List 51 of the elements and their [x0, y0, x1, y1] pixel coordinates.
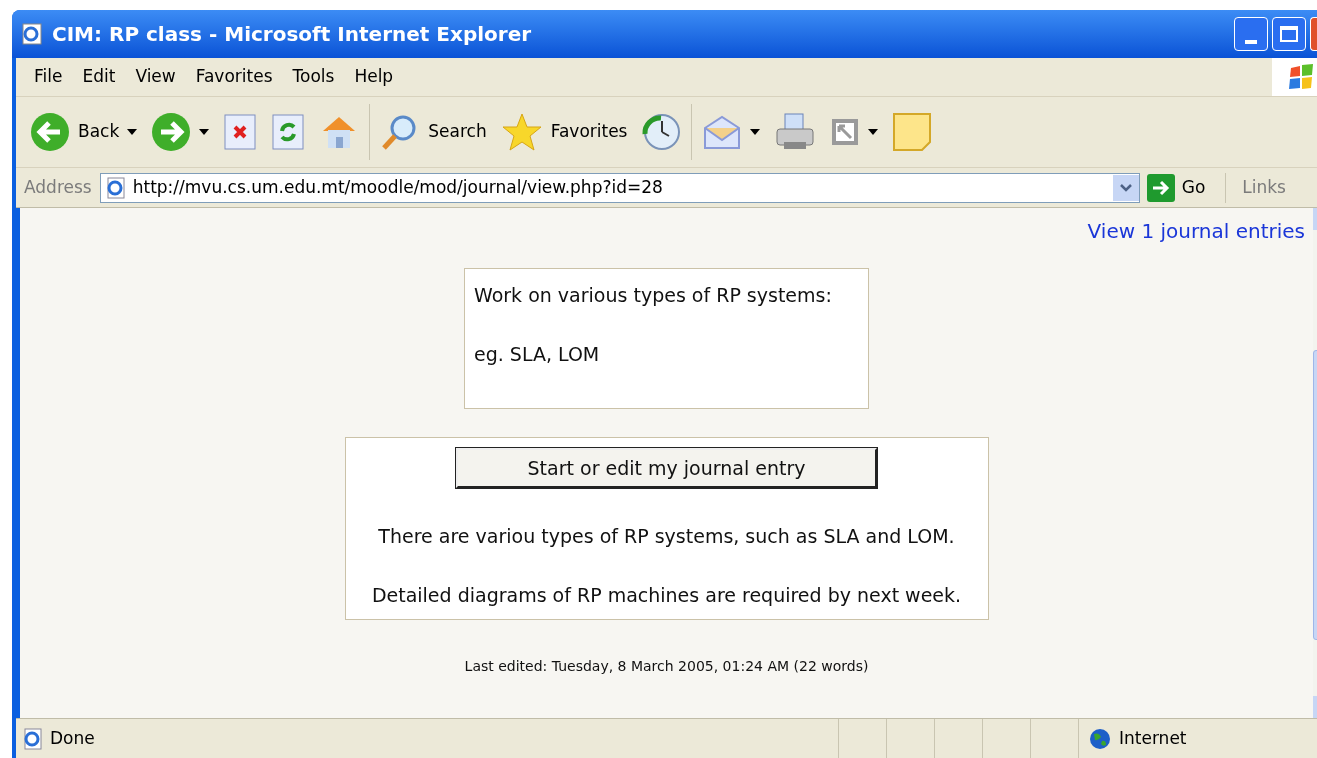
menu-item[interactable]: Help — [346, 64, 402, 90]
maximize-button[interactable] — [1272, 17, 1306, 51]
star-icon — [500, 112, 543, 152]
browser-icon — [20, 22, 44, 46]
menu-item[interactable]: Tools — [284, 64, 343, 90]
refresh-icon — [271, 113, 306, 151]
page-icon — [104, 176, 127, 199]
status-text: Done — [50, 726, 95, 750]
print-button[interactable] — [774, 112, 817, 152]
entry-text: Detailed diagrams of RP machines are required by next week. — [371, 582, 962, 608]
mail-button[interactable] — [702, 114, 743, 150]
edit-entry-button[interactable]: Start or edit my journal entry — [456, 448, 877, 488]
arrow-right-icon — [1145, 172, 1176, 203]
globe-icon — [1089, 727, 1111, 750]
address-field[interactable]: http://mvu.cs.um.edu.mt/moodle/mod/journal/view.php?id=28 — [99, 172, 1140, 203]
go-button[interactable]: Go — [1145, 172, 1227, 203]
printer-icon — [774, 112, 817, 152]
menu-item[interactable]: Favorites — [187, 64, 281, 90]
dropdown-button[interactable] — [1112, 174, 1139, 201]
page-icon — [22, 727, 44, 750]
intro-text: eg. SLA, LOM — [474, 341, 601, 367]
menu-item[interactable]: View — [127, 64, 184, 90]
back-button[interactable]: Back — [30, 112, 120, 152]
security-zone-text: Internet — [1119, 726, 1187, 750]
journal-entries-link[interactable]: View 1 journal entries — [1087, 216, 1305, 246]
caret-icon[interactable] — [868, 129, 879, 135]
entry-text: There are variou types of RP systems, such as SLA and LOM. — [378, 524, 955, 549]
minimize-button[interactable] — [1234, 17, 1268, 51]
address-label: Address — [23, 175, 93, 199]
window-title: CIM: RP class - Microsoft Internet Explorer — [52, 21, 532, 48]
caret-icon[interactable] — [750, 129, 761, 135]
stop-icon — [223, 113, 258, 151]
history-button[interactable] — [641, 112, 682, 152]
caret-icon[interactable] — [127, 129, 138, 135]
stop-button[interactable] — [223, 113, 258, 151]
forward-button[interactable] — [151, 112, 192, 152]
menu-item[interactable]: File — [26, 64, 71, 90]
resize-button[interactable] — [830, 117, 861, 147]
last-edited-text: Last edited: Tuesday, 8 March 2005, 01:24 AM (22 words) — [464, 657, 869, 676]
links-button[interactable]: Links — [1242, 174, 1286, 201]
chevron-down-icon — [1119, 183, 1132, 192]
favorites-button[interactable]: Favorites — [500, 112, 628, 152]
refresh-button[interactable] — [271, 113, 306, 151]
mail-icon — [702, 114, 743, 150]
search-button[interactable]: Search — [380, 112, 487, 152]
history-icon — [641, 112, 682, 152]
note-icon — [892, 112, 933, 152]
menu-item[interactable]: Edit — [74, 64, 124, 90]
fullscreen-icon — [830, 117, 861, 147]
caret-icon[interactable] — [199, 129, 210, 135]
intro-text: Work on various types of RP systems: — [474, 283, 833, 308]
